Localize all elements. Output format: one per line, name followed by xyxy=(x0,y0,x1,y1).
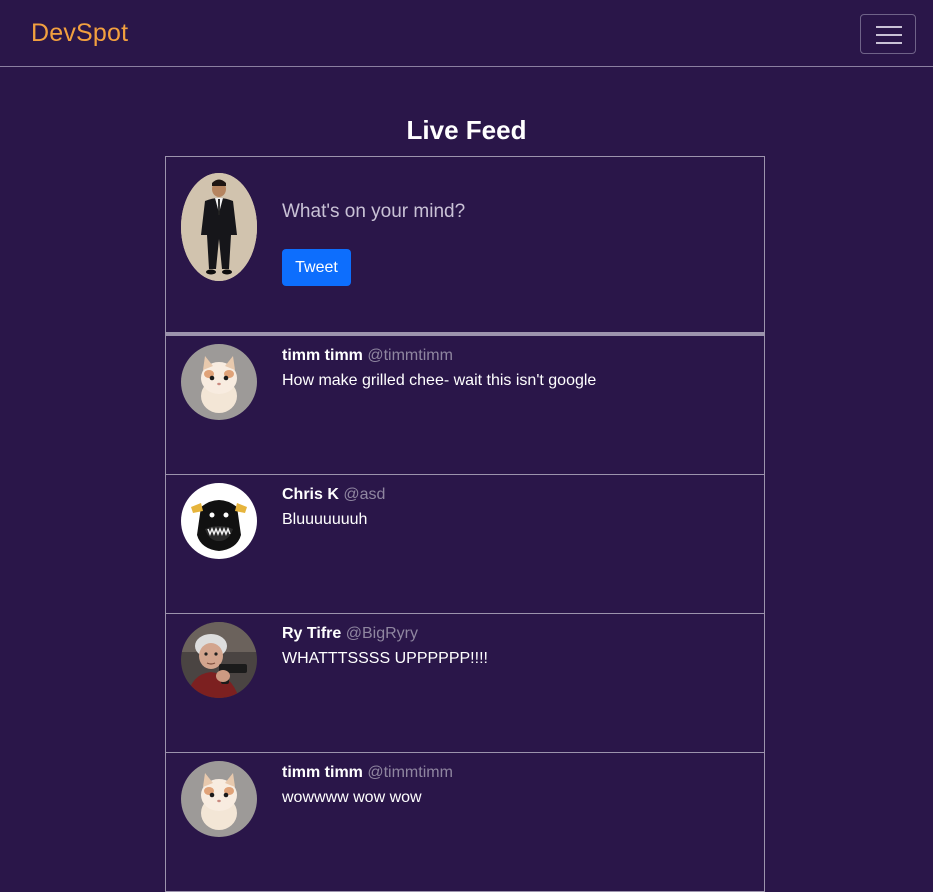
post-meta: Ry Tifre @BigRyry xyxy=(282,625,418,643)
post-author-name[interactable]: timm timm xyxy=(282,764,363,781)
navbar: DevSpot xyxy=(0,0,933,67)
feed-post: timm timm @timmtimm wowwww wow wow xyxy=(165,753,765,892)
navbar-toggle-button[interactable] xyxy=(860,14,916,54)
post-author-handle[interactable]: @timmtimm xyxy=(367,764,453,781)
post-author-name[interactable]: Chris K xyxy=(282,486,339,503)
feed-post: Ry Tifre @BigRyry WHATTTSSSS UPPPPPP!!!! xyxy=(165,614,765,753)
post-text: WHATTTSSSS UPPPPPP!!!! xyxy=(282,650,488,667)
compose-input[interactable] xyxy=(282,197,722,227)
feed-post: timm timm @timmtimm How make grilled che… xyxy=(165,336,765,475)
post-meta: Chris K @asd xyxy=(282,486,385,504)
composer-card: Tweet xyxy=(165,156,765,336)
post-text: Bluuuuuuuh xyxy=(282,511,368,528)
old-lady-avatar[interactable] xyxy=(181,622,257,698)
post-text: How make grilled chee- wait this isn't g… xyxy=(282,372,597,389)
feed-post: Chris K @asd Bluuuuuuuh xyxy=(165,475,765,614)
tweet-button[interactable]: Tweet xyxy=(282,249,351,286)
post-meta: timm timm @timmtimm xyxy=(282,764,453,782)
post-author-name[interactable]: Ry Tifre xyxy=(282,625,341,642)
post-text: wowwww wow wow xyxy=(282,789,422,806)
kitten-avatar[interactable] xyxy=(181,344,257,420)
page-title: Live Feed xyxy=(406,115,527,145)
feed-container: Tweet timm timm @timmtimm How make grill… xyxy=(165,156,765,892)
post-author-handle[interactable]: @BigRyry xyxy=(346,625,418,642)
post-author-handle[interactable]: @timmtimm xyxy=(367,347,453,364)
post-author-handle[interactable]: @asd xyxy=(343,486,385,503)
post-author-name[interactable]: timm timm xyxy=(282,347,363,364)
brand-logo[interactable]: DevSpot xyxy=(31,19,128,48)
post-meta: timm timm @timmtimm xyxy=(282,347,453,365)
black-creature-avatar[interactable] xyxy=(181,483,257,559)
user-photo-avatar xyxy=(181,173,257,281)
kitten-avatar[interactable] xyxy=(181,761,257,837)
